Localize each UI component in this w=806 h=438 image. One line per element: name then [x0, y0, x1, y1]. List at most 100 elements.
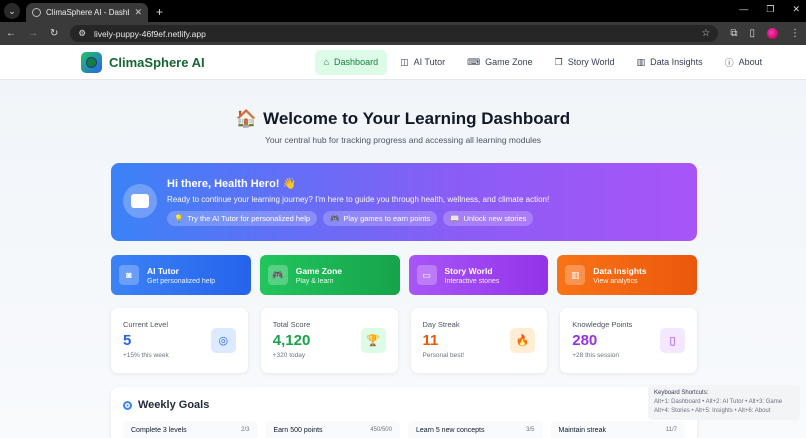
module-cards: ◙ AI Tutor Get personalized help 🎮 Game Z…	[111, 255, 697, 295]
nav-data-insights[interactable]: ▥ Data Insights	[628, 50, 712, 75]
close-tab-icon[interactable]: ✕	[134, 7, 142, 18]
home-icon: ⌂	[323, 57, 330, 67]
house-icon: 🏠	[235, 109, 258, 128]
nav-label: About	[738, 57, 763, 67]
forward-icon[interactable]: →	[28, 28, 38, 39]
browser-tab-bar: ⌄ ClimaSphere AI - Dashboard ✕ + — ❐ ✕	[0, 0, 806, 22]
chart-icon: ▥	[565, 265, 586, 285]
stat-knowledge-points: Knowledge Points 280 +28 this session ▯	[560, 308, 697, 373]
module-data-insights[interactable]: ▥ Data Insights View analytics	[557, 255, 697, 295]
address-bar-row: ← → ↻ ⚙ lively-puppy-46f9ef.netlify.app …	[0, 22, 806, 45]
flame-icon: 🔥	[510, 328, 536, 353]
keyboard-shortcuts-panel: Keyboard Shortcuts: Alt+1: Dashboard • A…	[648, 385, 800, 420]
chip-unlock-stories[interactable]: 📖 Unlock new stories	[443, 211, 534, 226]
bookmark-star-icon[interactable]: ☆	[701, 28, 710, 39]
stat-note: +320 today	[272, 352, 306, 359]
bot-icon: ◫	[400, 56, 409, 67]
module-ai-tutor[interactable]: ◙ AI Tutor Get personalized help	[111, 255, 251, 295]
goal-item: Complete 3 levels 2/3	[123, 421, 258, 438]
stat-day-streak: Day Streak 11 Personal best! 🔥	[410, 308, 548, 373]
stat-cards: Current Level 5 +15% this week ◎ Total S…	[111, 308, 697, 373]
nav-game-zone[interactable]: ⌨ Game Zone	[458, 50, 542, 75]
extensions-icon[interactable]: ⧉	[730, 28, 737, 39]
logo-globe-icon	[81, 51, 102, 73]
module-sub: Play & learn	[295, 277, 334, 285]
book-icon: ▭	[416, 265, 437, 285]
module-game-zone[interactable]: 🎮 Game Zone Play & learn	[259, 255, 400, 295]
chip-label: Unlock new stories	[463, 214, 527, 223]
page-title-text: Welcome to Your Learning Dashboard	[263, 109, 571, 128]
bot-icon: ◙	[119, 265, 139, 285]
goal-count: 450/500	[370, 427, 392, 433]
info-icon: ⓘ	[724, 57, 734, 68]
goal-count: 2/3	[241, 427, 250, 433]
book-icon: 📖	[450, 214, 460, 223]
module-story-world[interactable]: ▭ Story World Interactive stories	[408, 255, 549, 295]
stat-total-score: Total Score 4,120 +320 today 🏆	[260, 308, 398, 373]
profile-avatar[interactable]	[767, 28, 778, 39]
nav-dashboard[interactable]: ⌂ Dashboard	[314, 49, 388, 75]
module-sub: Get personalized help	[147, 277, 216, 285]
goal-item: Learn 5 new concepts 3/5	[408, 421, 543, 438]
greeting-card: Hi there, Health Hero! 👋 Ready to contin…	[111, 163, 697, 241]
module-title: Data Insights	[593, 265, 647, 276]
nav-ai-tutor[interactable]: ◫ AI Tutor	[391, 50, 454, 75]
site-info-icon[interactable]: ⚙	[78, 28, 86, 39]
robot-avatar-icon	[123, 184, 157, 218]
goal-label: Learn 5 new concepts	[416, 427, 485, 434]
chip-play-games[interactable]: 🎮 Play games to earn points	[323, 211, 438, 226]
weekly-goals-title: Weekly Goals	[123, 399, 685, 411]
brand[interactable]: ClimaSphere AI	[81, 51, 205, 73]
goal-count: 3/5	[526, 427, 535, 433]
gamepad-icon: 🎮	[330, 214, 340, 223]
goal-label: Earn 500 points	[273, 427, 323, 434]
stat-note: +28 this session	[572, 352, 620, 359]
goal-count: 11/7	[665, 427, 677, 433]
brand-name: ClimaSphere AI	[109, 54, 205, 70]
reload-icon[interactable]: ↻	[50, 28, 58, 39]
nav-about[interactable]: ⓘ About	[716, 50, 772, 75]
nav-label: AI Tutor	[413, 57, 446, 67]
menu-icon[interactable]: ⋮	[790, 28, 800, 39]
nav-label: Dashboard	[334, 57, 379, 67]
gamepad-icon: 🎮	[267, 265, 288, 285]
nav-label: Game Zone	[485, 57, 533, 67]
lightbulb-icon: 💡	[174, 214, 184, 223]
weekly-goals-card: Weekly Goals Complete 3 levels 2/3 Earn 5…	[111, 387, 697, 438]
url-field[interactable]: ⚙ lively-puppy-46f9ef.netlify.app ☆	[70, 25, 719, 42]
goal-label: Complete 3 levels	[131, 427, 187, 434]
new-tab-icon[interactable]: +	[156, 5, 163, 19]
close-window-icon[interactable]: ✕	[792, 4, 800, 15]
maximize-icon[interactable]: ❐	[766, 4, 774, 15]
globe-icon	[32, 8, 41, 17]
minimize-icon[interactable]: —	[739, 4, 748, 15]
top-navigation: ClimaSphere AI ⌂ Dashboard ◫ AI Tutor ⌨ …	[0, 45, 806, 80]
shortcuts-line: Alt+1: Dashboard • Alt+2: AI Tutor • Alt…	[654, 399, 783, 405]
url-text: lively-puppy-46f9ef.netlify.app	[94, 28, 206, 39]
module-sub: Interactive stories	[444, 277, 500, 285]
goal-label: Maintain streak	[558, 427, 606, 434]
tab-title: ClimaSphere AI - Dashboard	[46, 8, 129, 17]
goals-title-text: Weekly Goals	[138, 399, 210, 411]
page-subtitle: Your central hub for tracking progress a…	[264, 135, 542, 145]
window-controls: — ❐ ✕	[739, 4, 800, 15]
nav-story-world[interactable]: ❐ Story World	[546, 50, 624, 75]
target-icon	[123, 400, 132, 410]
module-title: Story World	[444, 265, 493, 276]
stat-note: Personal best!	[422, 352, 465, 359]
chart-icon: ▥	[636, 56, 646, 67]
chip-label: Play games to earn points	[343, 214, 431, 223]
gamepad-icon: ⌨	[467, 56, 481, 67]
trophy-icon: 🏆	[360, 328, 386, 353]
stat-current-level: Current Level 5 +15% this week ◎	[111, 308, 248, 373]
sidebar-icon[interactable]: ▯	[749, 28, 755, 39]
chip-label: Try the AI Tutor for personalized help	[187, 214, 311, 223]
back-icon[interactable]: ←	[6, 28, 16, 39]
nav-label: Story World	[567, 57, 615, 67]
browser-tab[interactable]: ClimaSphere AI - Dashboard ✕	[26, 3, 148, 22]
nav-label: Data Insights	[650, 57, 703, 67]
page-title: 🏠 Welcome to Your Learning Dashboard	[0, 109, 806, 129]
main-content: 🏠 Welcome to Your Learning Dashboard You…	[0, 80, 806, 438]
tab-search-icon[interactable]: ⌄	[4, 3, 20, 19]
chip-ai-tutor[interactable]: 💡 Try the AI Tutor for personalized help	[167, 211, 318, 226]
